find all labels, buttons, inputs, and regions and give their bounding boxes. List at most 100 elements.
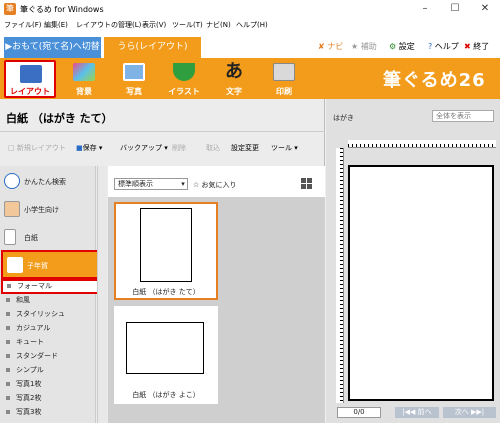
prev-page-button[interactable]: |◀◀ 前へ <box>395 407 439 418</box>
left-ruler <box>336 148 344 403</box>
app-icon: 筆 <box>4 3 16 15</box>
tools-label: ツール <box>271 144 292 152</box>
landscape-card-preview <box>126 322 204 374</box>
page-counter: 0/0 <box>337 407 381 418</box>
blank-page-icon <box>4 229 16 245</box>
top-ruler <box>348 140 496 148</box>
hojo-button[interactable]: ★ 補助 <box>351 41 377 52</box>
thumbnail-label: 白紙 （はがき たて） <box>132 288 200 296</box>
ribbon-background-label: 背景 <box>76 87 92 96</box>
sort-value: 標準順表示 <box>118 180 153 188</box>
postcard-canvas[interactable] <box>348 165 494 401</box>
ribbon-illustration-label: イラスト <box>168 87 200 96</box>
nenga-card-icon <box>7 257 23 273</box>
import-button[interactable]: 取込 <box>206 143 220 153</box>
subcategory-item[interactable]: カジュアル <box>6 323 50 333</box>
tab-front-switch[interactable]: ▶おもて(宛て名)へ切替 <box>4 37 101 58</box>
thumbnail-blank-portrait[interactable]: 白紙 （はがき たて） <box>114 202 218 300</box>
ribbon-photo-label: 写真 <box>126 87 142 96</box>
subcategory-item[interactable]: 写真1枚 <box>6 379 41 389</box>
magnifier-icon <box>4 173 20 189</box>
exit-button[interactable]: ✖ 終了 <box>464 41 489 52</box>
thumbnail-blank-landscape[interactable]: 白紙 （はがき よこ） <box>114 306 218 404</box>
subcategory-item[interactable]: キュート <box>6 337 44 347</box>
tools-button[interactable]: ツール ▾ <box>271 143 298 153</box>
change-settings-label: 設定変更 <box>231 144 259 152</box>
prev-label: 前へ <box>417 408 432 416</box>
category-label: かんたん検索 <box>24 178 66 186</box>
next-label: 次へ <box>454 408 469 416</box>
text-icon: あ <box>225 61 243 82</box>
category-blank[interactable]: 白紙 <box>0 224 96 252</box>
children-icon <box>4 201 20 217</box>
ribbon-print-label: 印刷 <box>276 87 292 96</box>
menu-edit[interactable]: 編集(E) <box>44 20 68 30</box>
navi-button[interactable]: ✘ ナビ <box>318 41 343 52</box>
ribbon-print-button[interactable]: 印刷 <box>260 58 308 99</box>
divider <box>0 131 325 132</box>
subcategory-item[interactable]: スタイリッシュ <box>6 309 65 319</box>
next-page-button[interactable]: 次へ ▶▶| <box>443 407 496 418</box>
exit-label: 終了 <box>473 42 490 51</box>
backup-button[interactable]: バックアップ ▾ <box>120 143 168 153</box>
delete-label: 削除 <box>172 144 186 152</box>
subcategory-item[interactable]: 写真2枚 <box>6 393 41 403</box>
menu-layout-manage[interactable]: レイアウトの管理(L) <box>76 20 141 30</box>
background-icon <box>73 63 95 81</box>
portrait-card-preview <box>140 208 192 282</box>
ribbon-photo-button[interactable]: 写真 <box>110 58 158 99</box>
zoom-value: 全体を表示 <box>436 112 471 120</box>
save-button[interactable]: ■保存 ▾ <box>76 143 102 153</box>
subcategory-formal[interactable]: フォーマル <box>1 279 101 294</box>
delete-button[interactable]: 削除 <box>172 143 186 153</box>
help-button[interactable]: ? ヘルプ <box>428 41 459 52</box>
menu-file[interactable]: ファイル(F) <box>4 20 42 30</box>
menu-tools[interactable]: ツール(T) <box>172 20 203 30</box>
favorites-label: お気に入り <box>201 181 237 189</box>
save-icon: ■ <box>76 144 83 152</box>
ribbon-illustration-button[interactable]: イラスト <box>160 58 208 99</box>
subcategory-item[interactable]: シンプル <box>6 365 44 375</box>
ribbon-layout-button[interactable]: レイアウト <box>4 60 56 98</box>
tab-back-layout[interactable]: うら(レイアウト) <box>104 37 201 58</box>
close-window-button[interactable]: ✕ <box>470 0 500 18</box>
subcategory-item[interactable]: 和風 <box>6 295 30 305</box>
settings-button[interactable]: ⚙ 設定 <box>389 41 415 52</box>
layout-icon <box>20 65 42 83</box>
illustration-icon <box>173 63 195 81</box>
ribbon: レイアウト 背景 写真 イラスト あ 文字 印刷 筆ぐるめ26 <box>0 58 500 99</box>
settings-label: 設定 <box>398 42 415 51</box>
new-layout-button[interactable]: □ 新規レイアウト <box>8 143 66 153</box>
zoom-select[interactable]: 全体を表示 <box>432 110 494 122</box>
menu-help[interactable]: ヘルプ(H) <box>236 20 268 30</box>
menu-bar: ファイル(F) 編集(E) レイアウトの管理(L) 表示(V) ツール(T) ナ… <box>0 18 500 32</box>
menu-view[interactable]: 表示(V) <box>142 20 166 30</box>
panel-title: 白紙 （はがき たて） <box>6 112 113 125</box>
grid-view-icon[interactable] <box>301 178 312 189</box>
category-elementary[interactable]: 小学生向け <box>0 196 96 224</box>
photo-icon <box>123 63 145 81</box>
chevron-down-icon[interactable]: ▾ <box>178 178 188 190</box>
category-nenga[interactable]: 子年賀 <box>1 250 101 279</box>
ribbon-background-button[interactable]: 背景 <box>60 58 108 99</box>
category-label: 小学生向け <box>24 206 59 214</box>
backup-label: バックアップ <box>120 144 162 152</box>
sort-select[interactable]: 標準順表示 <box>114 178 188 190</box>
import-label: 取込 <box>206 144 220 152</box>
ribbon-text-button[interactable]: あ 文字 <box>210 58 258 99</box>
change-settings-button[interactable]: 設定変更 <box>231 143 259 153</box>
category-label: 白紙 <box>24 234 38 242</box>
minimize-button[interactable]: – <box>410 0 440 18</box>
subcategory-item[interactable]: 写真3枚 <box>6 407 41 417</box>
subcategory-item[interactable]: スタンダード <box>6 351 58 361</box>
category-simple-search[interactable]: かんたん検索 <box>0 168 96 196</box>
category-scrollbar[interactable] <box>97 166 107 423</box>
brand-logo: 筆ぐるめ26 <box>383 70 486 91</box>
maximize-button[interactable]: ☐ <box>440 0 470 18</box>
thumbnail-label: 白紙 （はがき よこ） <box>132 391 200 399</box>
hojo-label: 補助 <box>360 42 377 51</box>
window-title: 筆ぐるめ for Windows <box>20 5 104 14</box>
favorites-button[interactable]: ☆ お気に入り <box>193 180 237 190</box>
menu-navi[interactable]: ナビ(N) <box>206 20 231 30</box>
category-label: 子年賀 <box>27 262 48 270</box>
